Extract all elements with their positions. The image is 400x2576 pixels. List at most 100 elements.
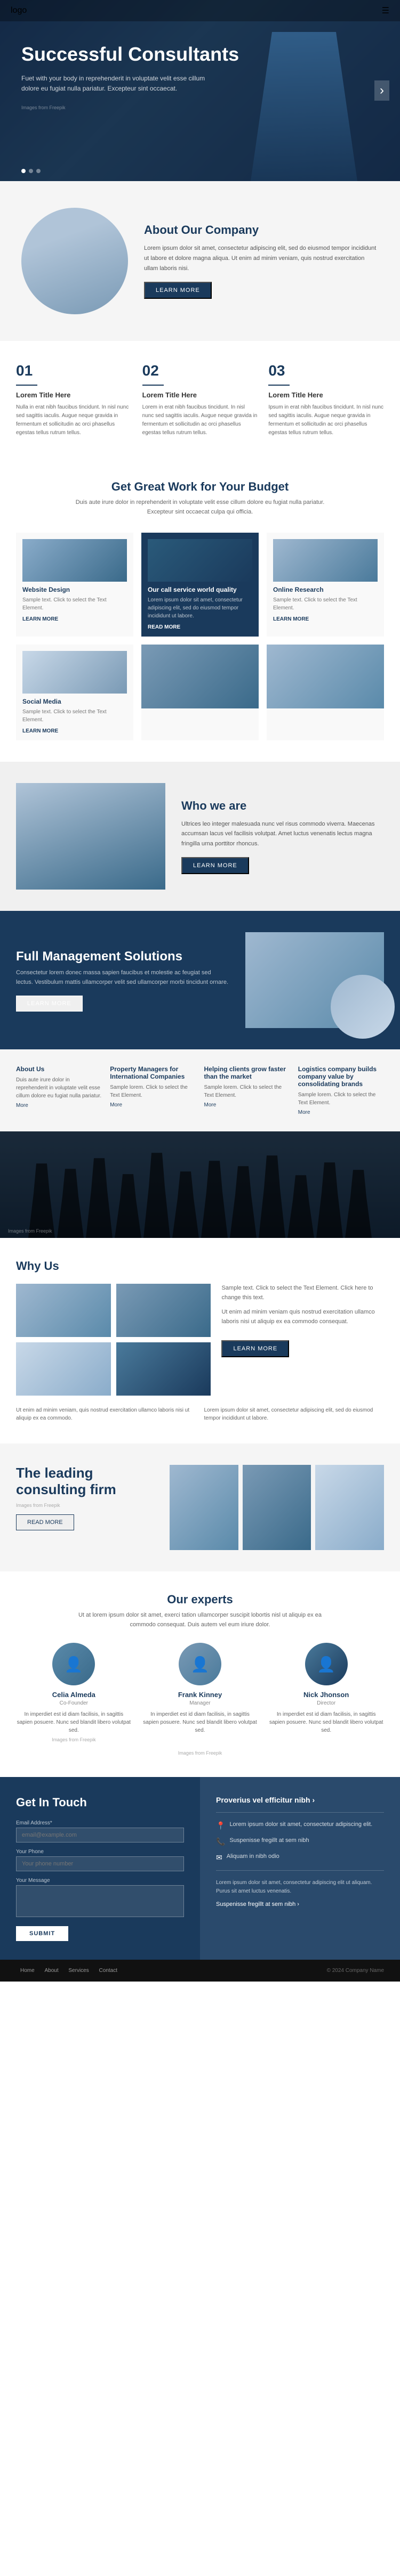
why-us-bottom: Ut enim ad minim veniam, quis nostrud ex… (16, 1406, 384, 1422)
contact-address-item[interactable]: 📍 Lorem ipsum dolor sit amet, consectetu… (216, 1821, 384, 1830)
service-online-research-title: Online Research (273, 586, 378, 593)
our-experts-intro: Ut at lorem ipsum dolor sit amet, exerci… (67, 1611, 333, 1629)
expert-1-role: Co-Founder (16, 1700, 132, 1706)
column-2-title: Lorem Title Here (142, 391, 258, 399)
hero-dot-1[interactable] (21, 169, 26, 173)
who-we-are-image (16, 783, 165, 890)
navigation: logo ☰ (0, 0, 400, 21)
who-we-are-body: Ultrices leo integer malesuada nunc vel … (181, 819, 384, 849)
why-us-images (16, 1284, 211, 1396)
why-us-text: Sample text. Click to select the Text El… (221, 1284, 384, 1396)
leading-firm-source: Images from Freepik (16, 1503, 159, 1508)
expert-card-3: 👤 Nick Jhonson Director In imperdiet est… (268, 1643, 384, 1742)
services-grid: Website Design Sample text. Click to sel… (16, 533, 384, 740)
message-textarea[interactable] (16, 1885, 184, 1917)
column-2-number: 02 (142, 362, 258, 379)
service-call-featured: Our call service world quality Lorem ips… (141, 533, 259, 637)
why-us-bottom-col-2: Lorem ipsum dolor sit amet, consectetur … (204, 1406, 385, 1422)
service-call-text: Lorem ipsum dolor sit amet, consectetur … (148, 596, 252, 620)
four-col-about-us: About Us Duis aute irure dolor in repreh… (16, 1065, 102, 1115)
four-col-about-us-link[interactable]: More (16, 1103, 102, 1108)
four-col-property-managers-text: Sample lorem. Click to select the Text E… (110, 1083, 196, 1099)
column-3-text: Ipsum in erat nibh faucibus tincidunt. I… (268, 403, 384, 437)
footer-link-home[interactable]: Home (20, 1968, 35, 1974)
hero-dot-3[interactable] (36, 169, 41, 173)
full-management-section: Full Management Solutions Consectetur lo… (0, 911, 400, 1049)
service-website-design-link[interactable]: LEARN MORE (22, 616, 127, 622)
footer-links: Home About Services Contact (16, 1968, 122, 1974)
footer-link-about[interactable]: About (44, 1968, 58, 1974)
why-us-body-2: Ut enim ad minim veniam quis nostrud exe… (221, 1308, 384, 1326)
about-company-learn-more-button[interactable]: LEARN MORE (144, 282, 212, 299)
four-col-grow-faster-link[interactable]: More (204, 1102, 290, 1108)
service-social-media-link[interactable]: LEARN MORE (22, 728, 127, 734)
hero-dot-2[interactable] (29, 169, 33, 173)
hero-image-source: Images from Freepik (21, 102, 379, 112)
about-company-title: About Our Company (144, 223, 379, 237)
why-us-inner: Sample text. Click to select the Text El… (16, 1284, 384, 1396)
address-icon: 📍 (216, 1821, 225, 1830)
leading-firm-image-1 (170, 1465, 238, 1550)
phone-icon: 📞 (216, 1837, 225, 1846)
who-we-are-learn-more-button[interactable]: LEARN MORE (181, 857, 249, 874)
leading-firm-read-more-button[interactable]: READ MORE (16, 1514, 74, 1530)
team-silhouettes (0, 1153, 400, 1238)
contact-email-item[interactable]: ✉ Aliquam in nibh odio (216, 1853, 384, 1862)
four-columns-section: About Us Duis aute irure dolor in repreh… (0, 1049, 400, 1131)
contact-info: Proverius vel efficitur nibh › 📍 Lorem i… (200, 1777, 400, 1960)
full-management-learn-more-button[interactable]: LEARN MORE (16, 996, 83, 1012)
leading-firm-image-2 (243, 1465, 311, 1550)
expert-2-role: Manager (142, 1700, 258, 1706)
footer-link-services[interactable]: Services (68, 1968, 89, 1974)
four-col-logistics-link[interactable]: More (298, 1110, 384, 1115)
column-1-text: Nulla in erat nibh faucibus tincidunt. I… (16, 403, 132, 437)
hero-section: Successful Consultants Fuet with your bo… (0, 0, 400, 181)
three-columns-section: 01 Lorem Title Here Nulla in erat nibh f… (0, 341, 400, 459)
column-3-title: Lorem Title Here (268, 391, 384, 399)
about-company-body: Lorem ipsum dolor sit amet, consectetur … (144, 243, 379, 273)
hero-title: Successful Consultants (21, 43, 379, 66)
service-online-research-link[interactable]: LEARN MORE (273, 616, 378, 622)
great-work-section: Get Great Work for Your Budget Duis aute… (0, 459, 400, 762)
hamburger-icon[interactable]: ☰ (382, 5, 389, 16)
about-company-section: About Our Company Lorem ipsum dolor sit … (0, 181, 400, 341)
contact-phone-item[interactable]: 📞 Suspenisse fregillt at sem nibh (216, 1837, 384, 1846)
our-experts-title: Our experts (16, 1593, 384, 1607)
why-us-learn-more-button[interactable]: LEARN MORE (221, 1340, 289, 1357)
service-social-media-image (22, 651, 127, 694)
get-in-touch-section: Get In Touch Email Address* Your Phone Y… (0, 1777, 400, 1960)
logo: logo (11, 6, 27, 15)
footer: Home About Services Contact © 2024 Compa… (0, 1960, 400, 1982)
contact-address-text: Lorem ipsum dolor sit amet, consectetur … (229, 1821, 372, 1829)
why-image-1 (16, 1284, 111, 1337)
team-photo-section: Images from Freepik (0, 1131, 400, 1238)
email-icon: ✉ (216, 1853, 222, 1862)
service-call-link[interactable]: READ MORE (148, 624, 252, 630)
footer-copyright: © 2024 Company Name (327, 1968, 384, 1974)
phone-input[interactable] (16, 1856, 184, 1871)
service-website-design-text: Sample text. Click to select the Text El… (22, 596, 127, 612)
experts-source: Images from Freepik (16, 1750, 384, 1756)
why-us-bottom-col-1: Ut enim ad minim veniam, quis nostrud ex… (16, 1406, 196, 1422)
service-website-design-image (22, 539, 127, 582)
four-col-about-us-text: Duis aute irure dolor in reprehenderit i… (16, 1076, 102, 1100)
submit-button[interactable]: SUBMIT (16, 1926, 68, 1941)
why-image-2 (116, 1284, 211, 1337)
four-col-property-managers: Property Managers for International Comp… (110, 1065, 196, 1115)
why-us-section: Why Us Sample text. Click to select the … (0, 1238, 400, 1444)
expert-1-source: Images from Freepik (16, 1737, 132, 1742)
contact-bottom-link[interactable]: Suspenisse fregillt at sem nibh › (216, 1901, 384, 1907)
who-we-are-section: Who we are Ultrices leo integer malesuad… (0, 762, 400, 911)
four-col-property-managers-link[interactable]: More (110, 1102, 196, 1108)
why-us-body-1: Sample text. Click to select the Text El… (221, 1284, 384, 1302)
service-social-media-text: Sample text. Click to select the Text El… (22, 708, 127, 724)
about-company-image (21, 208, 128, 314)
footer-link-contact[interactable]: Contact (99, 1968, 117, 1974)
four-col-logistics: Logistics company builds company value b… (298, 1065, 384, 1115)
email-input[interactable] (16, 1828, 184, 1843)
service-image-5-bg (141, 645, 259, 708)
four-col-grow-faster: Helping clients grow faster than the mar… (204, 1065, 290, 1115)
contact-info-title[interactable]: Proverius vel efficitur nibh › (216, 1796, 384, 1804)
contact-email-text: Aliquam in nibh odio (227, 1853, 279, 1861)
four-col-grow-faster-title: Helping clients grow faster than the mar… (204, 1065, 290, 1080)
